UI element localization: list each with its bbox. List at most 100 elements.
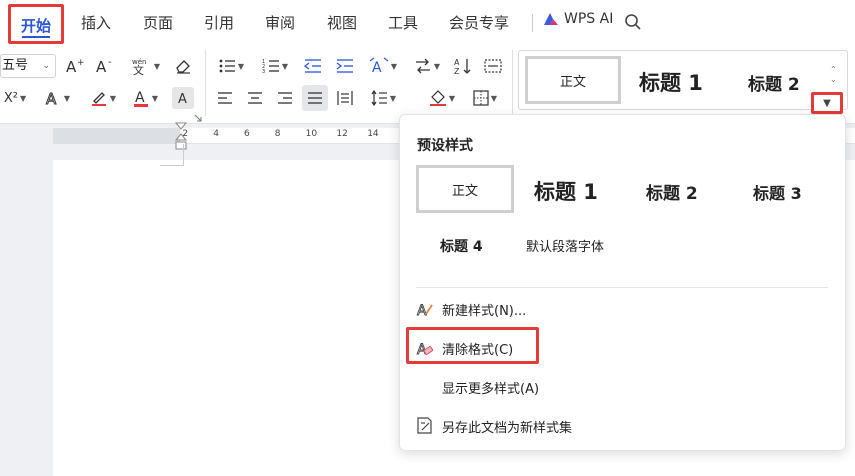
tab-home[interactable]: 开始 [8, 4, 64, 44]
group-divider [205, 50, 206, 116]
tab-home-label: 开始 [21, 17, 52, 35]
numbered-list-icon: 123 [262, 59, 279, 74]
styles-gallery: 正文 标题 1 标题 2 ⌃ ⌄ [518, 50, 848, 110]
preset-style-heading-4[interactable]: 标题 4 [440, 236, 483, 256]
preset-style-default-font[interactable]: 默认段落字体 [526, 236, 604, 255]
justify-button[interactable] [302, 85, 328, 111]
tab-member[interactable]: 会员专享 [449, 12, 509, 33]
ruler-tick-label: 14 [367, 129, 379, 139]
shrink-font-button[interactable]: A- [94, 55, 116, 77]
chevron-down-icon: ▼ [237, 61, 245, 71]
clear-format-button[interactable] [172, 55, 194, 77]
clear-format-highlight [406, 327, 539, 364]
svg-text:3: 3 [262, 69, 265, 74]
line-spacing-icon [371, 90, 387, 106]
chevron-down-icon: ▼ [389, 93, 397, 103]
align-center-icon [248, 92, 262, 104]
ruler-tick-label: 8 [274, 129, 281, 139]
grow-font-button[interactable]: A + [64, 55, 86, 77]
style-normal[interactable]: 正文 [525, 56, 621, 104]
show-more-styles-label: 显示更多样式(A) [442, 381, 540, 397]
tab-review[interactable]: 审阅 [265, 12, 295, 33]
increase-indent-button[interactable] [334, 55, 356, 77]
character-shading-button[interactable]: A [172, 87, 194, 109]
wps-ai-label: WPS AI [564, 11, 614, 27]
svg-text:+: + [77, 58, 85, 68]
save-style-set-label: 另存此文档为新样式集 [442, 420, 573, 436]
borders-button[interactable]: ▼ [468, 87, 502, 109]
align-right-button[interactable] [274, 87, 296, 109]
search-icon[interactable] [624, 13, 642, 31]
chevron-down-icon: ▼ [281, 61, 289, 71]
tab-references[interactable]: 引用 [204, 12, 234, 33]
align-left-button[interactable] [214, 87, 236, 109]
line-spacing-button[interactable]: ▼ [366, 87, 400, 109]
ruler-tick-label: 4 [213, 129, 219, 139]
svg-text:A: A [66, 58, 77, 75]
numbered-list-button[interactable]: 123 ▼ [258, 55, 292, 77]
tab-tools[interactable]: 工具 [388, 12, 418, 33]
svg-text:A: A [178, 92, 187, 106]
style-heading-2[interactable]: 标题 2 [748, 70, 800, 95]
decrease-indent-button[interactable] [302, 55, 324, 77]
chevron-down-icon: ▼ [448, 93, 456, 103]
text-direction-button[interactable]: ▼ [410, 55, 444, 77]
dialog-launcher-icon[interactable] [194, 114, 202, 122]
styles-scroll-arrows[interactable]: ⌃ ⌄ [830, 65, 837, 85]
phonetic-guide-button[interactable]: wén 文 ▼ [128, 55, 162, 77]
dropdown-divider [416, 287, 828, 288]
chevron-down-icon: ▼ [153, 61, 161, 71]
preset-styles-title: 预设样式 [417, 138, 473, 154]
align-center-button[interactable] [244, 87, 266, 109]
font-size-select[interactable]: 五号 ⌄ [0, 54, 56, 78]
styles-more-button[interactable]: ▼ [811, 92, 843, 114]
show-more-styles-item[interactable]: 显示更多样式(A) [416, 374, 828, 400]
ribbon-toolbar: 五号 ⌄ A + A- wén 文 ▼ X² ▼ A ▼ ▼ A ▼ A ▼ 123… [0, 44, 855, 124]
chevron-down-icon: ▼ [433, 61, 441, 71]
chevron-down-icon: ▼ [490, 93, 498, 103]
style-heading-1[interactable]: 标题 1 [639, 67, 703, 97]
new-style-icon: A [416, 300, 442, 318]
bullet-list-icon [219, 59, 235, 73]
tab-view[interactable]: 视图 [327, 12, 357, 33]
shading-button[interactable]: ▼ [425, 87, 459, 109]
grow-font-icon: A + [66, 58, 85, 75]
distributed-button[interactable] [334, 87, 356, 109]
preset-style-heading-1[interactable]: 标题 1 [534, 176, 598, 206]
tab-home-underline [22, 36, 50, 38]
phonetic-guide-icon: wén文 [132, 58, 146, 75]
text-effect-button[interactable]: A ▼ [40, 87, 74, 109]
justify-icon [308, 92, 322, 104]
font-color-button[interactable]: A ▼ [128, 87, 162, 109]
tab-insert[interactable]: 插入 [81, 12, 111, 33]
superscript-button[interactable]: X² ▼ [0, 87, 30, 109]
chevron-down-icon: ▼ [19, 93, 27, 103]
highlight-button[interactable]: ▼ [86, 87, 120, 109]
superscript-label: X² [3, 90, 18, 106]
save-style-set-icon [416, 417, 442, 435]
preset-style-heading-2[interactable]: 标题 2 [646, 179, 698, 204]
show-marks-icon [484, 59, 502, 73]
menu-divider [532, 14, 533, 32]
chevron-down-icon: ⌄ [42, 61, 50, 71]
font-color-icon: A [133, 90, 148, 107]
tab-page[interactable]: 页面 [143, 12, 173, 33]
paint-bucket-icon [429, 90, 446, 106]
eraser-icon [176, 60, 190, 74]
svg-text:A: A [46, 90, 57, 107]
chevron-down-icon: ▼ [109, 93, 117, 103]
preset-style-normal[interactable]: 正文 [416, 165, 514, 213]
new-style-item[interactable]: A 新建样式(N)... [416, 296, 828, 322]
show-marks-button[interactable] [482, 55, 504, 77]
chevron-down-icon: ▼ [390, 61, 398, 71]
preset-style-heading-3[interactable]: 标题 3 [753, 180, 802, 204]
save-style-set-item[interactable]: 另存此文档为新样式集 [416, 413, 828, 439]
svg-text:文: 文 [133, 63, 144, 75]
bullet-list-button[interactable]: ▼ [214, 55, 248, 77]
align-left-icon [218, 92, 232, 104]
wps-ai-button[interactable]: WPS AI [542, 11, 613, 27]
sort-button[interactable]: AZ [452, 55, 474, 77]
decrease-indent-icon [304, 59, 321, 73]
borders-icon [473, 90, 489, 106]
chinese-layout-button[interactable]: A ▼ [366, 55, 400, 77]
